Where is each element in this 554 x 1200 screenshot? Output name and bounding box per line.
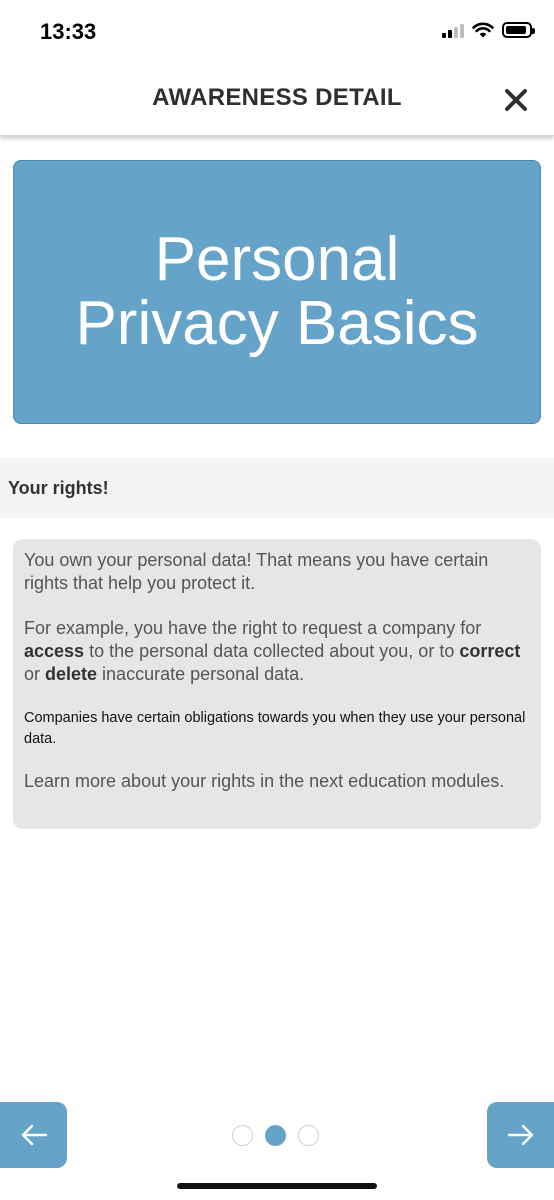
paragraph-2-text: For example, you have the right to reque…: [24, 618, 482, 638]
paragraph-2-text: or: [24, 664, 46, 684]
home-indicator[interactable]: [177, 1183, 377, 1189]
awareness-detail-screen: 13:33 AWARENESS DETAIL Personal Privacy …: [0, 0, 554, 1200]
content-paragraph-1: You own your personal data! That means y…: [24, 550, 489, 593]
status-icons: [442, 22, 535, 38]
page-dot-2-active[interactable]: [265, 1125, 286, 1146]
page-indicator: [232, 1125, 319, 1146]
module-banner: Personal Privacy Basics: [13, 160, 541, 424]
wifi-icon: [472, 22, 494, 38]
next-button[interactable]: [487, 1102, 554, 1168]
banner-title: Personal Privacy Basics: [75, 225, 479, 358]
battery-icon: [502, 22, 535, 38]
close-button[interactable]: [496, 80, 536, 120]
signal-icon: [442, 22, 464, 38]
content-paragraph-4: Learn more about your rights in the next…: [24, 771, 505, 791]
section-title: Your rights!: [8, 477, 109, 498]
section-header: Your rights!: [0, 458, 554, 518]
page-dot-3[interactable]: [298, 1125, 319, 1146]
content-paragraph-3: Companies have certain obligations towar…: [24, 710, 526, 747]
content-paragraph-2: For example, you have the right to reque…: [24, 617, 529, 686]
paragraph-2-text: inaccurate personal data.: [97, 664, 305, 684]
previous-button[interactable]: [0, 1102, 67, 1168]
arrow-right-icon: [507, 1124, 533, 1146]
content-card: You own your personal data! That means y…: [13, 539, 541, 829]
close-icon: [505, 89, 527, 111]
status-bar: 13:33: [0, 0, 554, 64]
page-dot-1[interactable]: [232, 1125, 253, 1146]
emphasis-access: access: [24, 641, 85, 661]
emphasis-correct: correct: [459, 641, 521, 661]
status-time: 13:33: [40, 19, 97, 44]
paragraph-2-text: to the personal data collected about you…: [84, 641, 460, 661]
header-bar: AWARENESS DETAIL: [0, 64, 554, 136]
page-title: AWARENESS DETAIL: [152, 84, 402, 111]
emphasis-delete: delete: [45, 664, 98, 684]
arrow-left-icon: [21, 1124, 47, 1146]
